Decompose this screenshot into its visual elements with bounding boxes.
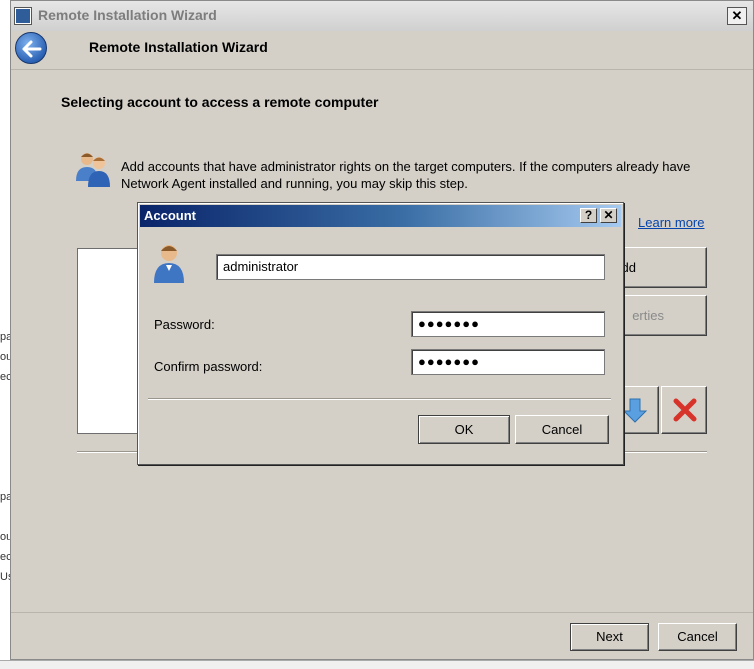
down-arrow-icon <box>622 398 648 423</box>
delete-x-icon <box>673 398 697 422</box>
page-heading: Selecting account to access a remote com… <box>61 94 379 110</box>
dialog-titlebar[interactable]: Account ? ✕ <box>140 205 621 227</box>
dialog-cancel-button[interactable]: Cancel <box>515 415 609 444</box>
header-title: Remote Installation Wizard <box>89 39 268 55</box>
account-dialog: Account ? ✕ administrator Password: ●●●●… <box>137 202 624 465</box>
footer-divider <box>11 612 753 613</box>
learn-more-link[interactable]: Learn more <box>638 215 704 230</box>
header-divider <box>11 69 753 70</box>
app-icon <box>15 8 31 24</box>
wizard-titlebar[interactable]: Remote Installation Wizard ✕ <box>11 1 753 32</box>
confirm-password-label: Confirm password: <box>154 359 263 374</box>
user-icon <box>154 245 184 283</box>
delete-account-button[interactable] <box>661 386 707 434</box>
window-close-button[interactable]: ✕ <box>727 7 747 25</box>
confirm-password-field[interactable]: ●●●●●●● <box>411 349 605 375</box>
next-button[interactable]: Next <box>570 623 649 651</box>
info-text: Add accounts that have administrator rig… <box>121 159 691 191</box>
dialog-help-button[interactable]: ? <box>580 208 597 223</box>
back-arrow-icon <box>22 40 42 58</box>
back-button[interactable] <box>15 32 47 64</box>
username-field[interactable]: administrator <box>216 254 605 280</box>
password-label: Password: <box>154 317 215 332</box>
dialog-title: Account <box>144 208 196 223</box>
wizard-header: Remote Installation Wizard <box>11 31 753 69</box>
users-icon <box>76 153 110 187</box>
window-title: Remote Installation Wizard <box>38 7 217 23</box>
ok-button[interactable]: OK <box>418 415 510 444</box>
dialog-close-button[interactable]: ✕ <box>600 208 617 223</box>
dialog-divider <box>148 398 611 400</box>
cancel-button[interactable]: Cancel <box>658 623 737 651</box>
password-field[interactable]: ●●●●●●● <box>411 311 605 337</box>
